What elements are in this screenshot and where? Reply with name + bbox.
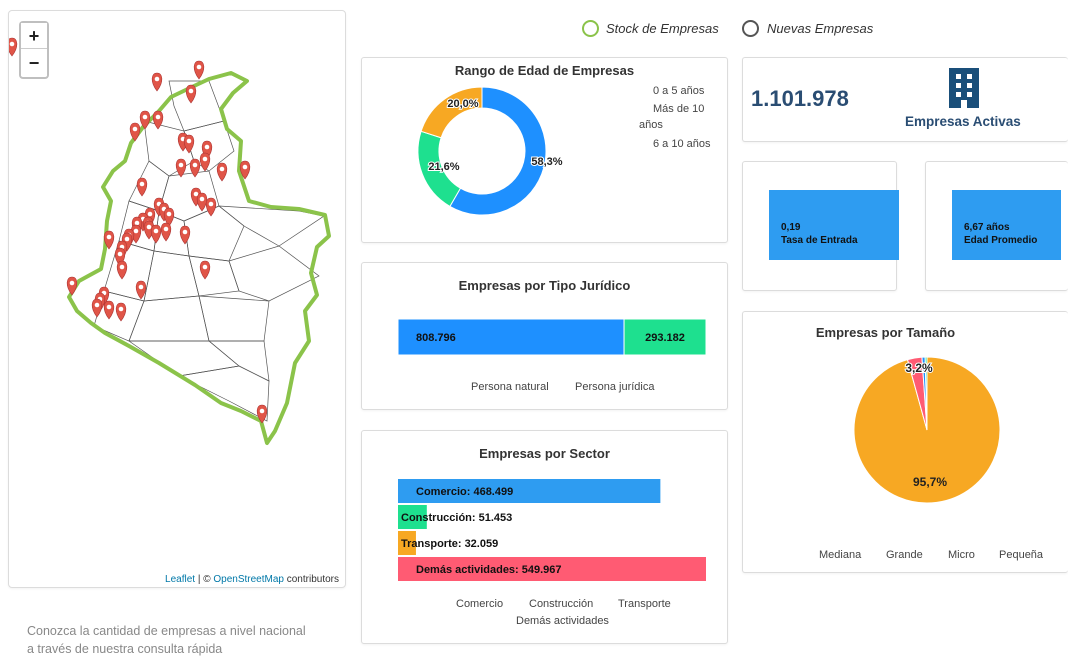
juridico-legend-natural[interactable]: Persona natural bbox=[471, 381, 549, 393]
radio-nuevas[interactable] bbox=[742, 20, 759, 37]
edad-legend-6a10[interactable]: 6 a 10 años bbox=[653, 138, 711, 150]
map-marker-icon[interactable] bbox=[116, 260, 128, 280]
colombia-map[interactable] bbox=[9, 11, 346, 588]
map-marker-icon[interactable] bbox=[136, 177, 148, 197]
department-borders bbox=[93, 80, 325, 422]
kpi-total-card: 1.101.978 Empresas Activas bbox=[742, 57, 1068, 142]
edad-label-6a10: 21,6% bbox=[428, 161, 459, 173]
map-marker-icon[interactable] bbox=[179, 225, 191, 245]
sector-bar-label-2: Transporte: 32.059 bbox=[401, 538, 498, 550]
map-marker-icon[interactable] bbox=[205, 197, 217, 217]
tamano-legend-grande[interactable]: Grande bbox=[886, 549, 923, 561]
map-marker-icon[interactable] bbox=[103, 300, 115, 320]
sector-bar-label-0: Comercio: 468.499 bbox=[416, 486, 513, 498]
edad-legend-mas10-a[interactable]: Más de 10 bbox=[653, 103, 704, 115]
juridico-legend-juridica[interactable]: Persona jurídica bbox=[575, 381, 655, 393]
kpi-total-label: Empresas Activas bbox=[905, 114, 1021, 129]
radio-nuevas-label[interactable]: Nuevas Empresas bbox=[767, 21, 873, 36]
sector-legend-comercio[interactable]: Comercio bbox=[456, 598, 503, 610]
edad-legend-mas10-b[interactable]: años bbox=[639, 119, 663, 131]
sector-bar-chart[interactable]: Comercio: 468.499 Construcción: 51.453 Tra… bbox=[362, 431, 729, 645]
zoom-control[interactable]: + − bbox=[19, 21, 49, 79]
caption-line-2: a través de nuestra consulta rápida bbox=[27, 642, 223, 656]
tamano-label-micro: 95,7% bbox=[913, 475, 947, 489]
juridico-bar-label-1: 293.182 bbox=[645, 332, 685, 344]
edad-slice-2[interactable] bbox=[420, 86, 483, 139]
osm-link[interactable]: OpenStreetMap bbox=[213, 574, 284, 585]
kpi-edad-card: 6,67 años Edad Promedio bbox=[925, 161, 1068, 291]
radio-stock[interactable] bbox=[582, 20, 599, 37]
kpi-tasa-box: 0,19 Tasa de Entrada bbox=[769, 190, 899, 260]
zoom-in-button[interactable]: + bbox=[21, 23, 47, 49]
kpi-edad-value: 6,67 años bbox=[964, 222, 1010, 233]
sector-legend-demas[interactable]: Demás actividades bbox=[516, 615, 609, 627]
caption-line-1: Conozca la cantidad de empresas a nivel … bbox=[27, 624, 306, 638]
map-marker-icon[interactable] bbox=[160, 222, 172, 242]
tamano-label-pequena: 3,2% bbox=[905, 361, 933, 375]
tamano-legend-mediana[interactable]: Mediana bbox=[819, 549, 861, 561]
map-marker-icon[interactable] bbox=[151, 72, 163, 92]
map-marker-icon[interactable] bbox=[183, 134, 195, 154]
zoom-out-button[interactable]: − bbox=[21, 50, 47, 76]
map-marker-icon[interactable] bbox=[66, 276, 78, 296]
sector-legend-construccion[interactable]: Construcción bbox=[529, 598, 593, 610]
map-marker-icon[interactable] bbox=[185, 84, 197, 104]
country-border bbox=[67, 71, 331, 445]
sector-bar-label-3: Demás actividades: 549.967 bbox=[416, 564, 562, 576]
sector-legend-transporte[interactable]: Transporte bbox=[618, 598, 671, 610]
sector-card: Empresas por Sector Comercio: 468.499 Con… bbox=[361, 430, 728, 644]
map-marker-icon[interactable] bbox=[152, 110, 164, 130]
kpi-tasa-label: Tasa de Entrada bbox=[781, 235, 858, 246]
tamano-card: Empresas por Tamaño 3,2% 95,7% Mediana G… bbox=[742, 311, 1068, 573]
map-marker-icon[interactable] bbox=[129, 122, 141, 142]
juridico-card: Empresas por Tipo Jurídico 808.796 293.18… bbox=[361, 262, 728, 410]
kpi-edad-label: Edad Promedio bbox=[964, 235, 1038, 246]
markers[interactable] bbox=[9, 37, 268, 424]
tamano-pie-chart[interactable]: 3,2% 95,7% bbox=[743, 312, 1068, 574]
kpi-edad-box: 6,67 años Edad Promedio bbox=[952, 190, 1061, 260]
kpi-tasa-card: 0,19 Tasa de Entrada bbox=[742, 161, 899, 291]
map-marker-icon[interactable] bbox=[189, 158, 201, 178]
building-icon bbox=[949, 68, 979, 108]
edad-label-0a5: 20,0% bbox=[447, 98, 478, 110]
radio-stock-label[interactable]: Stock de Empresas bbox=[606, 21, 719, 36]
map-marker-icon[interactable] bbox=[193, 60, 205, 80]
attribution-sep: | © bbox=[195, 574, 214, 585]
map-attribution: Leaflet | © OpenStreetMap contributors bbox=[163, 574, 341, 585]
sector-bar-label-1: Construcción: 51.453 bbox=[401, 512, 512, 524]
map-marker-icon[interactable] bbox=[216, 162, 228, 182]
map-marker-icon[interactable] bbox=[199, 152, 211, 172]
map-marker-icon[interactable] bbox=[196, 192, 208, 212]
attribution-rest: contributors bbox=[283, 574, 339, 585]
edad-label-mas10: 58,3% bbox=[531, 156, 562, 168]
map-marker-icon[interactable] bbox=[9, 37, 18, 57]
map-panel[interactable]: + − Leaflet | © OpenStreetMap contributo… bbox=[8, 10, 346, 588]
kpi-tasa-value: 0,19 bbox=[781, 222, 801, 233]
leaflet-link[interactable]: Leaflet bbox=[165, 574, 195, 585]
juridico-bar-label-0: 808.796 bbox=[416, 332, 456, 344]
map-marker-icon[interactable] bbox=[135, 280, 147, 300]
kpi-total-value: 1.101.978 bbox=[751, 86, 849, 111]
map-marker-icon[interactable] bbox=[115, 302, 127, 322]
map-marker-icon[interactable] bbox=[150, 224, 162, 244]
map-marker-icon[interactable] bbox=[91, 298, 103, 318]
edad-card: Rango de Edad de Empresas 58,3% 21,6% 20… bbox=[361, 57, 728, 243]
edad-legend-0a5[interactable]: 0 a 5 años bbox=[653, 85, 704, 97]
map-caption: Conozca la cantidad de empresas a nivel … bbox=[27, 622, 306, 658]
tamano-legend-micro[interactable]: Micro bbox=[948, 549, 975, 561]
tamano-legend-pequena[interactable]: Pequeña bbox=[999, 549, 1043, 561]
map-marker-icon[interactable] bbox=[199, 260, 211, 280]
